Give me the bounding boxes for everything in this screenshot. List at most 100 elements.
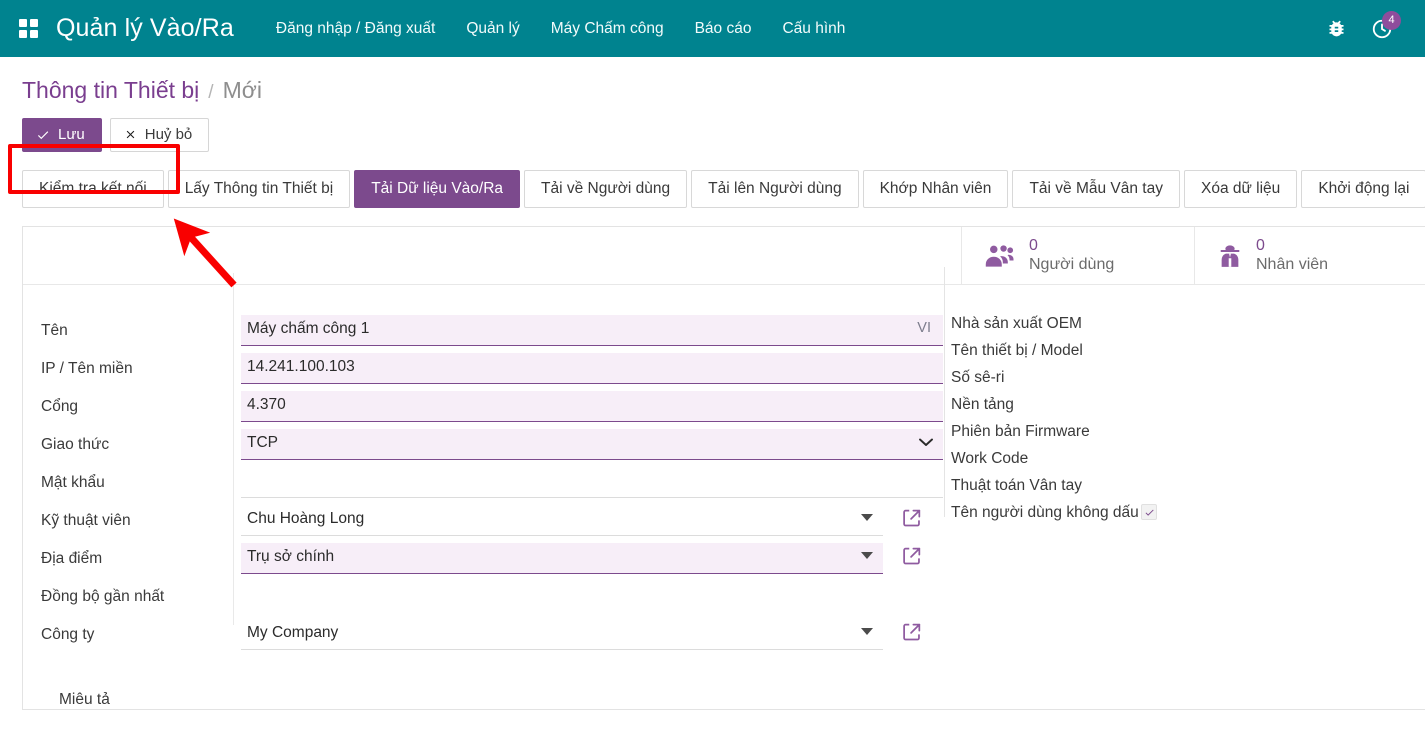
main-menu: Đăng nhập / Đăng xuất Quản lý Máy Chấm c…: [274, 16, 848, 42]
breadcrumb: Thông tin Thiết bị / Mới: [0, 57, 1425, 104]
cong-input[interactable]: [241, 391, 943, 422]
field-label-thuat-toan-van-tay: Thuật toán Vân tay: [951, 477, 1082, 494]
device-form: Tên VI IP / Tên miền Cổng: [23, 267, 1425, 709]
field-row-giao-thuc: Giao thức: [41, 429, 943, 467]
users-icon: [984, 243, 1016, 269]
menu-item-may-cham-cong[interactable]: Máy Chấm công: [549, 16, 666, 42]
cong-ty-input[interactable]: [241, 619, 883, 650]
stat-value-nhan-vien: 0: [1256, 236, 1265, 254]
device-action-bar: Kiểm tra kết nối Lấy Thông tin Thiết bị …: [22, 170, 1425, 208]
external-link-icon-ky-thuat-vien[interactable]: [901, 507, 923, 529]
ip-ten-mien-input[interactable]: [241, 353, 943, 384]
form-right-column: Nhà sản xuất OEM Tên thiết bị / Model Số…: [943, 315, 1413, 709]
stat-button-nguoi-dung[interactable]: 0 Người dùng: [961, 227, 1194, 284]
field-label-mieu-ta: Miêu tả: [59, 691, 110, 708]
save-button[interactable]: Lưu: [22, 118, 102, 152]
breadcrumb-root[interactable]: Thông tin Thiết bị: [22, 77, 199, 104]
field-value-thuat-toan-van-tay: [1141, 477, 1413, 499]
menu-item-dang-nhap-dang-xuat[interactable]: Đăng nhập / Đăng xuất: [274, 16, 437, 42]
field-row-ip-ten-mien: IP / Tên miền: [41, 353, 943, 391]
field-value-ten-nguoi-dung-khong-dau: [1141, 504, 1413, 526]
breadcrumb-separator: /: [208, 82, 214, 103]
field-label-giao-thuc: Giao thức: [41, 436, 110, 453]
device-action-bar-wrapper: Kiểm tra kết nối Lấy Thông tin Thiết bị …: [0, 144, 1425, 208]
breadcrumb-current: Mới: [222, 77, 262, 103]
field-value-ten-thiet-bi-model: [1141, 342, 1413, 364]
field-wrapper-dia-diem: [241, 543, 883, 574]
timer-count-badge: 4: [1382, 10, 1401, 30]
field-wrapper-giao-thuc: [241, 429, 943, 460]
ten-input[interactable]: [241, 315, 943, 346]
field-wrapper-ip-ten-mien: [241, 353, 943, 384]
field-label-mat-khau: Mật khẩu: [41, 474, 105, 491]
field-row-dia-diem: Địa điểm: [41, 543, 943, 581]
apps-menu-button[interactable]: [0, 0, 56, 57]
field-row-cong: Cổng: [41, 391, 943, 429]
field-label-dong-bo-gan-nhat: Đồng bộ gần nhất: [41, 588, 165, 605]
form-left-divider: [233, 273, 234, 625]
check-icon: [37, 130, 49, 139]
menu-item-cau-hinh[interactable]: Cấu hình: [780, 16, 847, 42]
field-label-nha-san-xuat-oem: Nhà sản xuất OEM: [951, 315, 1082, 332]
stat-label-nguoi-dung: Người dùng: [1029, 255, 1115, 273]
field-label-ten-nguoi-dung-khong-dau: Tên người dùng không dấu: [951, 504, 1139, 521]
field-row-nha-san-xuat-oem: Nhà sản xuất OEM: [951, 315, 1413, 342]
bug-icon[interactable]: [1326, 18, 1347, 39]
field-label-dia-diem: Địa điểm: [41, 550, 103, 567]
field-row-ky-thuat-vien: Kỹ thuật viên: [41, 505, 943, 543]
field-label-cong-ty: Công ty: [41, 626, 95, 643]
mat-khau-input[interactable]: [241, 467, 943, 498]
action-button-tai-ve-nguoi-dung[interactable]: Tải về Người dùng: [524, 170, 688, 208]
menu-item-bao-cao[interactable]: Báo cáo: [693, 16, 754, 42]
field-label-cong: Cổng: [41, 398, 79, 415]
field-row-work-code: Work Code: [951, 450, 1413, 477]
field-label-ten-thiet-bi-model: Tên thiết bị / Model: [951, 342, 1083, 359]
form-left-column: Tên VI IP / Tên miền Cổng: [23, 315, 943, 709]
field-wrapper-dong-bo-gan-nhat: [241, 581, 943, 612]
action-button-tai-du-lieu-vao-ra[interactable]: Tải Dữ liệu Vào/Ra: [354, 170, 521, 208]
navbar-right-tools: 4: [1326, 10, 1411, 40]
apps-grid-icon: [18, 19, 38, 38]
stat-button-nhan-vien[interactable]: 0 Nhân viên: [1194, 227, 1425, 284]
field-label-ten: Tên: [41, 322, 68, 339]
field-row-ten-thiet-bi-model: Tên thiết bị / Model: [951, 342, 1413, 369]
dia-diem-input[interactable]: [241, 543, 883, 574]
discard-button[interactable]: Huỷ bỏ: [109, 118, 210, 152]
field-label-work-code: Work Code: [951, 450, 1029, 467]
field-label-so-se-ri: Số sê-ri: [951, 369, 1005, 386]
field-row-cong-ty: Công ty: [41, 619, 943, 657]
field-value-nha-san-xuat-oem: [1141, 315, 1413, 337]
activity-timer-button[interactable]: 4: [1371, 10, 1401, 40]
ten-nguoi-dung-khong-dau-checkbox[interactable]: [1141, 504, 1157, 520]
giao-thuc-select[interactable]: [241, 429, 943, 460]
external-link-icon-dia-diem[interactable]: [901, 545, 923, 567]
field-label-nen-tang: Nền tảng: [951, 396, 1014, 413]
dong-bo-gan-nhat-input[interactable]: [241, 581, 943, 612]
stat-label-nhan-vien: Nhân viên: [1256, 255, 1329, 273]
action-button-khop-nhan-vien[interactable]: Khớp Nhân viên: [862, 170, 1009, 208]
field-row-nen-tang: Nền tảng: [951, 396, 1413, 423]
employee-icon: [1217, 243, 1243, 269]
field-row-so-se-ri: Số sê-ri: [951, 369, 1413, 396]
action-button-khoi-dong-lai[interactable]: Khởi động lại: [1301, 170, 1425, 208]
brand-title[interactable]: Quản lý Vào/Ra: [56, 14, 274, 43]
action-button-tai-len-nguoi-dung[interactable]: Tải lên Người dùng: [691, 170, 859, 208]
field-wrapper-ten: VI: [241, 315, 943, 346]
external-link-icon-cong-ty[interactable]: [901, 621, 923, 643]
field-wrapper-cong: [241, 391, 943, 422]
action-button-kiem-tra-ket-noi[interactable]: Kiểm tra kết nối: [22, 170, 164, 208]
discard-button-label: Huỷ bỏ: [144, 126, 193, 143]
field-row-thuat-toan-van-tay: Thuật toán Vân tay: [951, 477, 1413, 504]
field-value-so-se-ri: [1141, 369, 1413, 391]
field-row-ten: Tên VI: [41, 315, 943, 353]
action-button-lay-thong-tin-thiet-bi[interactable]: Lấy Thông tin Thiết bị: [167, 170, 351, 208]
action-button-tai-ve-mau-van-tay[interactable]: Tải về Mẫu Vân tay: [1012, 170, 1180, 208]
top-navbar: Quản lý Vào/Ra Đăng nhập / Đăng xuất Quả…: [0, 0, 1425, 57]
check-icon: [1145, 509, 1154, 516]
action-button-xoa-du-lieu[interactable]: Xóa dữ liệu: [1183, 170, 1298, 208]
menu-item-quan-ly[interactable]: Quản lý: [464, 16, 521, 42]
field-value-work-code: [1141, 450, 1413, 472]
field-row-dong-bo-gan-nhat: Đồng bộ gần nhất: [41, 581, 943, 619]
ky-thuat-vien-input[interactable]: [241, 505, 883, 536]
form-sheet-outer: 0 Người dùng 0 Nhân viên Tên Máy chấm cô…: [0, 226, 1425, 710]
